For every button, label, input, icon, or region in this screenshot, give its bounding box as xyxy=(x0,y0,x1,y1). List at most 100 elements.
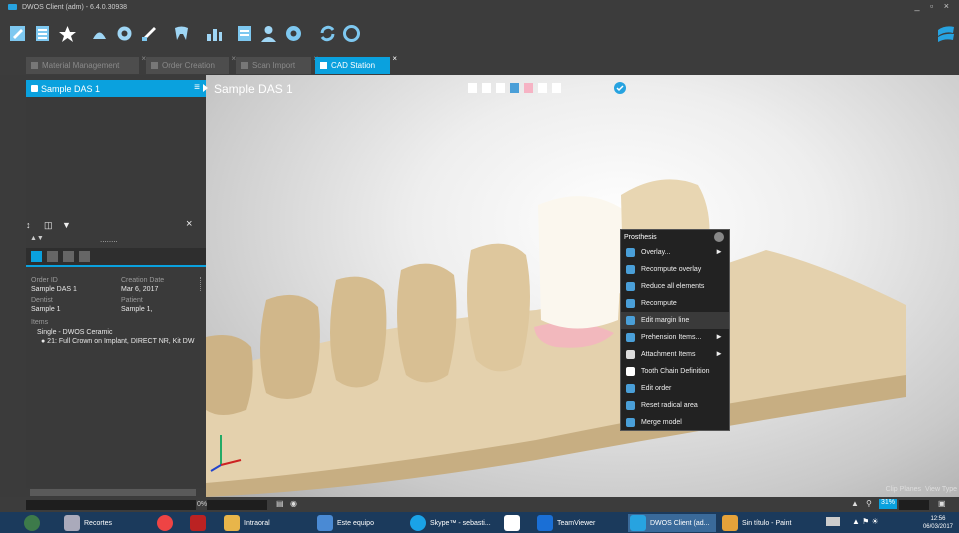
clip-labels: Clip Planes View Type xyxy=(886,486,957,493)
scan-view-icon[interactable] xyxy=(47,251,58,262)
menu-item-reset-radical-area[interactable]: Reset radical area xyxy=(621,397,729,414)
tab-cad-station[interactable]: CAD Station × xyxy=(315,54,397,74)
taskbar-item-skype[interactable]: Skype™ - sebasti... xyxy=(408,514,496,532)
system-clock[interactable]: 12:56 06/03/2017 xyxy=(923,515,953,531)
scan-icon[interactable] xyxy=(90,24,109,43)
taskbar-item-home[interactable] xyxy=(502,514,527,532)
sync-icon[interactable] xyxy=(318,24,337,43)
menu-item-label: Attachment Items xyxy=(641,351,696,358)
item-detail[interactable]: ● 21: Full Crown on Implant, DIRECT NR, … xyxy=(41,338,194,345)
title-bar: DWOS Client (adm) - 6.4.0.30938 _ ▫ × xyxy=(0,0,959,14)
attachment-icon xyxy=(626,350,635,359)
list-icon[interactable] xyxy=(33,24,52,43)
clock-time: 12:56 xyxy=(930,516,946,522)
trash-icon[interactable]: ▣ xyxy=(938,499,946,508)
reset-icon xyxy=(626,401,635,410)
order-id-value: Sample DAS 1 xyxy=(31,286,77,293)
taskbar-label: Sin título - Paint xyxy=(742,519,792,527)
hamburger-menu-icon[interactable]: ≡ xyxy=(194,82,200,93)
model-view-icon[interactable] xyxy=(63,251,74,262)
menu-item-tooth-chain-definition[interactable]: Tooth Chain Definition xyxy=(621,363,729,380)
keyboard-icon[interactable] xyxy=(826,517,840,526)
menu-item-recompute[interactable]: Recompute xyxy=(621,295,729,312)
tab-bar: Material Management × Order Creation × Sca… xyxy=(0,54,959,75)
tooth-icon[interactable] xyxy=(172,24,191,43)
menu-item-label: Overlay... xyxy=(641,249,671,256)
layout-icon[interactable]: ▤ xyxy=(276,499,284,508)
dentist-label: Dentist xyxy=(31,297,53,304)
panel-resize-handle[interactable] xyxy=(200,277,204,291)
crown-tooth xyxy=(538,196,624,329)
menu-item-edit-margin-line[interactable]: Edit margin line xyxy=(621,312,729,329)
context-menu-header: Prosthesis xyxy=(621,230,729,244)
taskbar-item-recortes[interactable]: Recortes xyxy=(62,514,152,532)
clip-planes-button[interactable]: Clip Planes xyxy=(886,486,921,493)
tooth-7 xyxy=(260,294,320,399)
tooth-6 xyxy=(330,276,387,388)
taskbar-item-paint[interactable]: Sin título - Paint xyxy=(720,514,808,532)
settings-icon[interactable] xyxy=(284,24,303,43)
tab-order-creation[interactable]: Order Creation × xyxy=(146,54,236,74)
menu-item-label: Edit order xyxy=(641,385,672,392)
overlay-icon xyxy=(626,248,635,257)
zoom-level[interactable]: 31% xyxy=(879,499,897,509)
patient-value: Sample 1, xyxy=(121,306,153,313)
clock-date: 06/03/2017 xyxy=(922,524,953,530)
menu-item-label: Reduce all elements xyxy=(641,283,705,290)
tray-icons[interactable]: ▲ ⚑ ☀ xyxy=(852,517,879,526)
taskbar-item-intraoral[interactable]: Intraoral xyxy=(222,514,310,532)
filter-icon[interactable]: ▼ xyxy=(62,220,71,230)
close-icon[interactable]: × xyxy=(186,218,192,230)
taskbar-item-chrome[interactable] xyxy=(155,514,180,532)
taskbar-label: DWOS Client (ad... xyxy=(650,519,710,527)
menu-item-edit-order[interactable]: Edit order xyxy=(621,380,729,397)
menu-item-label: Edit margin line xyxy=(641,317,690,324)
menu-item-overlay[interactable]: Overlay... ► xyxy=(621,244,729,261)
taskbar-item-dwos-client[interactable]: DWOS Client (ad... xyxy=(628,514,716,532)
menu-item-recompute-overlay[interactable]: Recompute overlay xyxy=(621,261,729,278)
taskbar-item-filezilla[interactable] xyxy=(188,514,213,532)
lifebuoy-icon[interactable] xyxy=(342,24,361,43)
merge-icon xyxy=(626,418,635,427)
main-toolbar xyxy=(0,14,959,54)
3d-viewport[interactable]: Sample DAS 1 Prosthesis Overlay... ► Reco… xyxy=(203,75,959,497)
windows-taskbar: Recortes Intraoral Este equipo Skype™ - … xyxy=(0,512,959,533)
check-arrow-icon[interactable] xyxy=(140,24,159,43)
order-view-icon[interactable] xyxy=(31,251,42,262)
camera-icon[interactable]: ◉ xyxy=(290,499,297,508)
sort-icon[interactable]: ↕ xyxy=(26,220,31,230)
tooth-4 xyxy=(467,243,530,372)
tab-scan-import[interactable]: Scan Import× xyxy=(236,54,318,74)
report-view-icon[interactable] xyxy=(79,251,90,262)
order-id-label: Order ID xyxy=(31,277,58,284)
menu-item-attachment-items[interactable]: Attachment Items ► xyxy=(621,346,729,363)
tooth-5 xyxy=(397,263,457,383)
star-icon[interactable] xyxy=(58,24,77,43)
person-icon[interactable] xyxy=(259,24,278,43)
gear-flower-icon[interactable] xyxy=(115,24,134,43)
taskbar-item-este-equipo[interactable]: Este equipo xyxy=(315,514,403,532)
menu-item-reduce-all-elements[interactable]: Reduce all elements xyxy=(621,278,729,295)
document-icon[interactable] xyxy=(235,24,254,43)
view-type-button[interactable]: View Type xyxy=(925,486,957,493)
pin-icon[interactable] xyxy=(714,232,724,242)
panel-header: Sample DAS 1 ≡ xyxy=(26,80,206,97)
submenu-arrow-icon: ► xyxy=(715,349,723,358)
horizontal-scrollbar[interactable] xyxy=(30,489,196,496)
magnifier-icon[interactable]: ⚲ xyxy=(866,499,872,508)
chart-icon[interactable] xyxy=(205,24,224,43)
light-icon[interactable]: ▲ xyxy=(851,499,859,508)
tree-icon[interactable]: ◫ xyxy=(44,220,53,231)
menu-item-label: Tooth Chain Definition xyxy=(641,368,710,375)
tab-material-management[interactable]: Material Management × xyxy=(26,54,146,74)
menu-item-prehension-items[interactable]: Prehension Items... ► xyxy=(621,329,729,346)
collapse-icon[interactable]: ▲▼ xyxy=(30,235,44,242)
menu-item-merge-model[interactable]: Merge model xyxy=(621,414,729,431)
edit-icon[interactable] xyxy=(8,24,27,43)
taskbar-item-teamviewer[interactable]: TeamViewer xyxy=(535,514,623,532)
teamviewer-icon xyxy=(537,515,553,531)
close-icon[interactable]: × xyxy=(392,54,397,63)
document-icon xyxy=(151,62,158,69)
window-controls[interactable]: _ ▫ × xyxy=(915,1,953,11)
dwos-brand-icon xyxy=(936,24,955,43)
